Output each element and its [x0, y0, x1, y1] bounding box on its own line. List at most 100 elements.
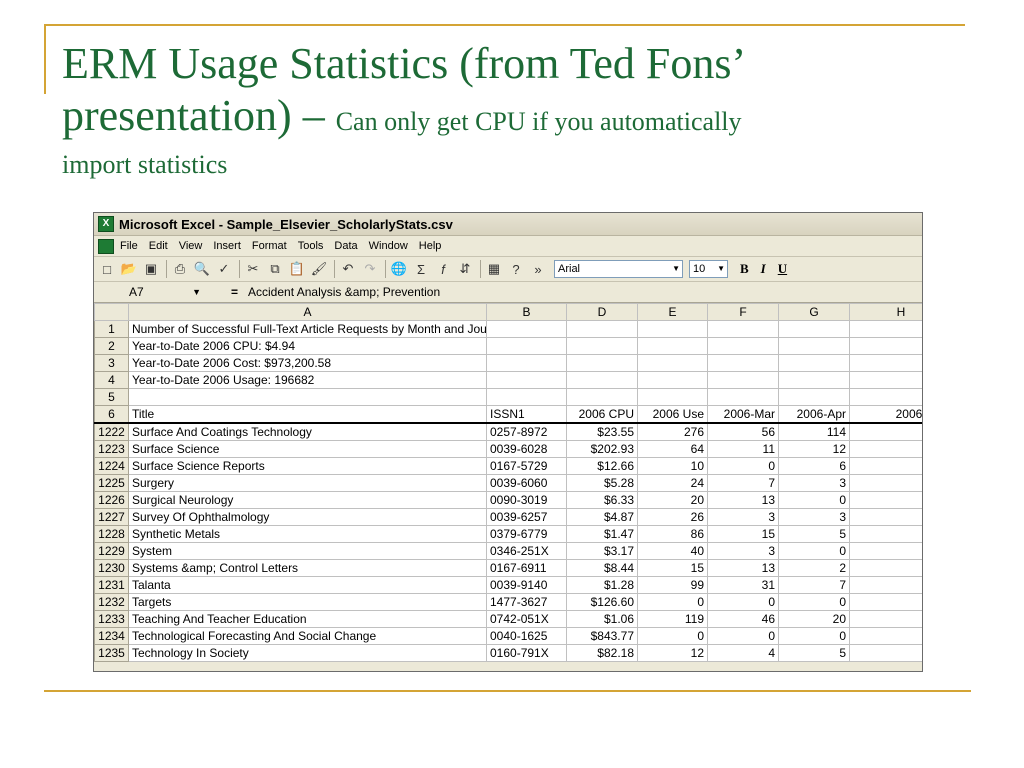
table-cell[interactable]	[566, 388, 638, 406]
table-cell[interactable]: 5	[778, 525, 850, 543]
table-cell[interactable]: 2	[849, 542, 922, 560]
table-cell[interactable]: 13	[849, 508, 922, 526]
table-cell[interactable]: 0257-8972	[486, 422, 567, 441]
row-header[interactable]: 1	[94, 320, 129, 338]
row-header[interactable]: 5	[94, 388, 129, 406]
menu-item-file[interactable]: File	[120, 240, 138, 252]
table-cell[interactable]	[849, 354, 922, 372]
table-cell[interactable]: Surgical Neurology	[128, 491, 487, 509]
table-cell[interactable]: 31	[707, 576, 779, 594]
table-cell[interactable]	[778, 337, 850, 355]
table-cell[interactable]: 0	[707, 627, 779, 645]
table-cell[interactable]: 3	[778, 508, 850, 526]
table-cell[interactable]: 40	[637, 542, 708, 560]
column-header-b[interactable]: B	[486, 303, 567, 321]
column-header-e[interactable]: E	[637, 303, 708, 321]
copy-icon[interactable]: ⧉	[265, 259, 285, 279]
table-cell[interactable]: 1	[849, 457, 922, 475]
table-cell[interactable]: $5.28	[566, 474, 638, 492]
table-cell[interactable]: 0742-051X	[486, 610, 567, 628]
table-cell[interactable]: Targets	[128, 593, 487, 611]
table-cell[interactable]: 7	[707, 474, 779, 492]
table-cell[interactable]: 15	[849, 440, 922, 458]
table-cell[interactable]: 0167-5729	[486, 457, 567, 475]
table-cell[interactable]: $1.06	[566, 610, 638, 628]
table-cell[interactable]: 23	[849, 422, 922, 441]
select-all-corner[interactable]	[94, 303, 129, 321]
table-cell[interactable]: $843.77	[566, 627, 638, 645]
underline-button[interactable]: U	[778, 261, 787, 277]
table-cell[interactable]	[849, 337, 922, 355]
table-cell[interactable]	[566, 337, 638, 355]
table-cell[interactable]	[707, 354, 779, 372]
table-cell[interactable]: 46	[707, 610, 779, 628]
table-cell[interactable]: 3	[707, 508, 779, 526]
row-header[interactable]: 1234	[94, 627, 129, 645]
table-cell[interactable]: 0039-6028	[486, 440, 567, 458]
help-icon[interactable]: ?	[506, 259, 526, 279]
table-cell[interactable]: 5	[778, 644, 850, 662]
print-icon[interactable]: ⎙	[170, 259, 190, 279]
name-box[interactable]: A7 ▼	[94, 285, 201, 300]
table-cell[interactable]: 3	[849, 644, 922, 662]
table-cell[interactable]: 64	[637, 440, 708, 458]
table-cell[interactable]: System	[128, 542, 487, 560]
table-cell[interactable]: $8.44	[566, 559, 638, 577]
table-cell[interactable]	[637, 354, 708, 372]
table-cell[interactable]: Technological Forecasting And Social Cha…	[128, 627, 487, 645]
save-icon[interactable]: ▣	[141, 259, 161, 279]
row-header[interactable]: 1224	[94, 457, 129, 475]
table-cell[interactable]: 0039-6257	[486, 508, 567, 526]
table-cell[interactable]	[637, 337, 708, 355]
row-header[interactable]: 1233	[94, 610, 129, 628]
table-cell[interactable]: 0090-3019	[486, 491, 567, 509]
table-cell[interactable]: 6	[849, 474, 922, 492]
row-header[interactable]: 1231	[94, 576, 129, 594]
table-cell[interactable]: Technology In Society	[128, 644, 487, 662]
table-cell[interactable]: 10	[637, 457, 708, 475]
table-cell[interactable]: Surgery	[128, 474, 487, 492]
table-cell[interactable]: 276	[637, 422, 708, 441]
table-cell[interactable]: 56	[707, 422, 779, 441]
table-cell[interactable]	[707, 388, 779, 406]
table-cell[interactable]: $4.87	[566, 508, 638, 526]
table-cell[interactable]: Title	[128, 405, 487, 424]
table-cell[interactable]: 0160-791X	[486, 644, 567, 662]
table-cell[interactable]	[707, 371, 779, 389]
table-cell[interactable]: $1.47	[566, 525, 638, 543]
menu-item-tools[interactable]: Tools	[298, 240, 324, 252]
menu-item-format[interactable]: Format	[252, 240, 287, 252]
cut-icon[interactable]: ✂	[243, 259, 263, 279]
table-cell[interactable]: 3	[707, 542, 779, 560]
paste-icon[interactable]: 📋	[287, 259, 307, 279]
menu-item-help[interactable]: Help	[419, 240, 442, 252]
table-cell[interactable]	[486, 320, 567, 338]
table-cell[interactable]: 2006 CPU	[566, 405, 638, 424]
table-cell[interactable]	[707, 337, 779, 355]
sort-ascending-icon[interactable]: ⇵	[455, 259, 475, 279]
table-cell[interactable]: $126.60	[566, 593, 638, 611]
table-cell[interactable]: 114	[778, 422, 850, 441]
table-cell[interactable]: 0	[849, 559, 922, 577]
column-header-d[interactable]: D	[566, 303, 638, 321]
row-header[interactable]: 3	[94, 354, 129, 372]
table-cell[interactable]: Survey Of Ophthalmology	[128, 508, 487, 526]
row-header[interactable]: 4	[94, 371, 129, 389]
table-cell[interactable]: Year-to-Date 2006 Usage: 196682	[128, 371, 487, 389]
table-cell[interactable]	[486, 337, 567, 355]
table-cell[interactable]: 0	[707, 457, 779, 475]
table-cell[interactable]	[849, 320, 922, 338]
row-header[interactable]: 6	[94, 405, 129, 424]
table-cell[interactable]	[778, 388, 850, 406]
autosum-icon[interactable]: Σ	[411, 259, 431, 279]
table-cell[interactable]	[486, 388, 567, 406]
undo-icon[interactable]: ↶	[338, 259, 358, 279]
row-header[interactable]: 1228	[94, 525, 129, 543]
table-cell[interactable]: 15	[707, 525, 779, 543]
spelling-icon[interactable]: ✓	[214, 259, 234, 279]
table-cell[interactable]: 1477-3627	[486, 593, 567, 611]
menu-item-window[interactable]: Window	[369, 240, 408, 252]
table-cell[interactable]: $6.33	[566, 491, 638, 509]
table-cell[interactable]: 119	[637, 610, 708, 628]
table-cell[interactable]: $12.66	[566, 457, 638, 475]
